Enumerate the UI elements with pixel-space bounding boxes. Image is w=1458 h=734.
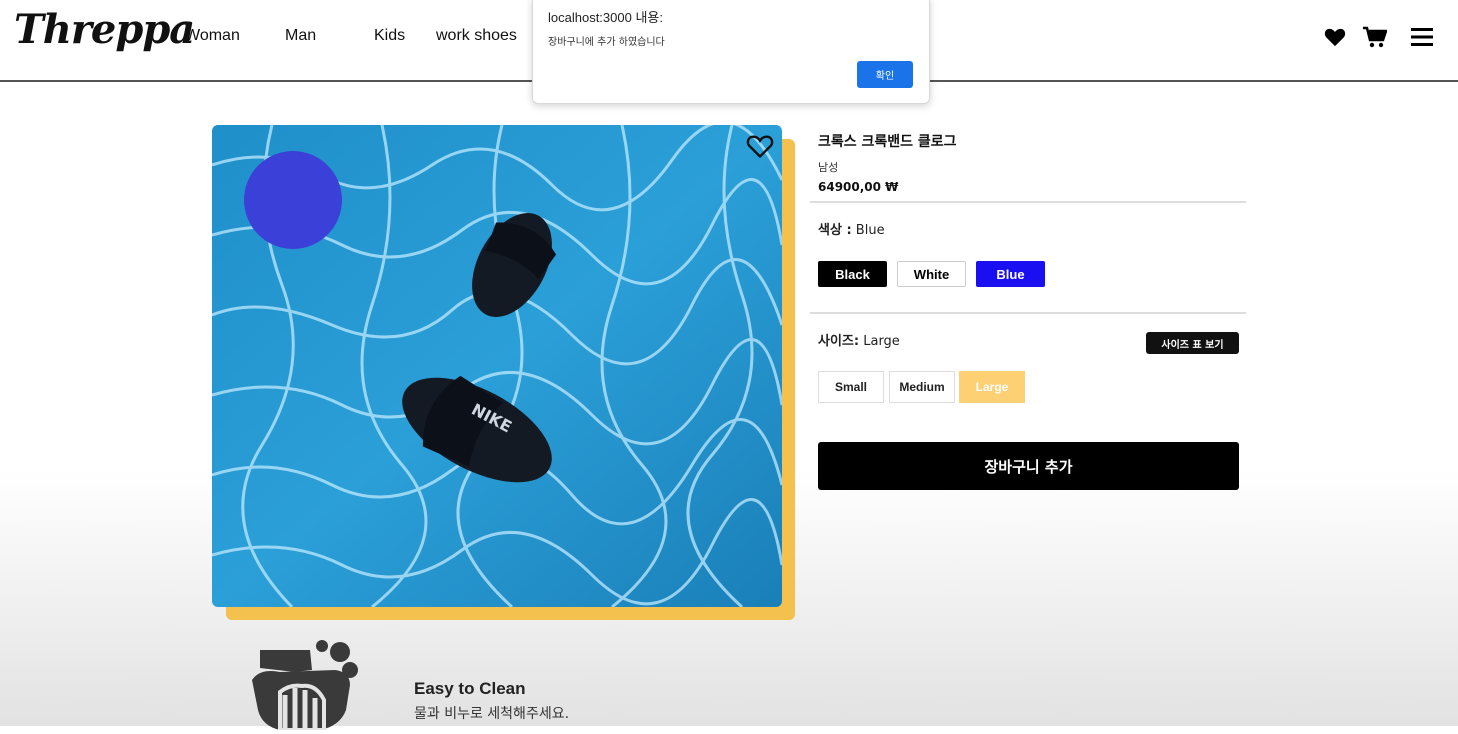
color-value: Blue xyxy=(855,223,885,238)
size-chart-button[interactable]: 사이즈 표 보기 xyxy=(1146,332,1239,354)
size-value: Large xyxy=(863,334,900,349)
wishlist-heart-icon[interactable] xyxy=(746,133,774,159)
color-black-button[interactable]: Black xyxy=(818,261,887,287)
divider xyxy=(810,201,1246,203)
product-gender: 남성 xyxy=(818,161,839,174)
hand-wash-icon xyxy=(250,640,360,732)
alert-message: 장바구니에 추가 하였습니다 xyxy=(548,37,665,48)
nav-woman[interactable]: Woman xyxy=(185,27,240,45)
nav-work-shoes[interactable]: work shoes xyxy=(436,27,517,45)
color-blue-button[interactable]: Blue xyxy=(976,261,1045,287)
divider xyxy=(810,312,1246,314)
size-label-text: 사이즈: xyxy=(818,334,860,349)
color-label: 색상 : Blue xyxy=(818,219,885,238)
product-price: 64900,00 ₩ xyxy=(818,180,899,194)
product-image: NIKE xyxy=(212,125,782,607)
cart-icon[interactable] xyxy=(1362,24,1388,50)
menu-icon[interactable] xyxy=(1409,24,1435,50)
product-name: 크록스 크록밴드 클로그 xyxy=(818,134,957,150)
feature-title: Easy to Clean xyxy=(414,679,526,698)
alert-ok-button[interactable]: 확인 xyxy=(857,61,913,88)
nav-kids[interactable]: Kids xyxy=(374,27,405,45)
color-white-button[interactable]: White xyxy=(897,261,966,287)
size-medium-button[interactable]: Medium xyxy=(889,371,955,403)
alert-title: localhost:3000 내용: xyxy=(548,10,663,25)
size-large-button[interactable]: Large xyxy=(959,371,1025,403)
color-label-text: 색상 : xyxy=(818,223,852,238)
alert-dialog: localhost:3000 내용: 장바구니에 추가 하였습니다 확인 xyxy=(532,0,930,104)
heart-icon[interactable] xyxy=(1322,24,1348,50)
size-label: 사이즈: Large xyxy=(818,330,900,349)
feature-description: 물과 비누로 세척해주세요. xyxy=(414,706,570,722)
logo[interactable]: Threppa xyxy=(14,6,195,53)
nav-man[interactable]: Man xyxy=(285,27,316,45)
size-small-button[interactable]: Small xyxy=(818,371,884,403)
color-swatch-circle xyxy=(244,151,342,249)
add-to-cart-button[interactable]: 장바구니 추가 xyxy=(818,442,1239,490)
